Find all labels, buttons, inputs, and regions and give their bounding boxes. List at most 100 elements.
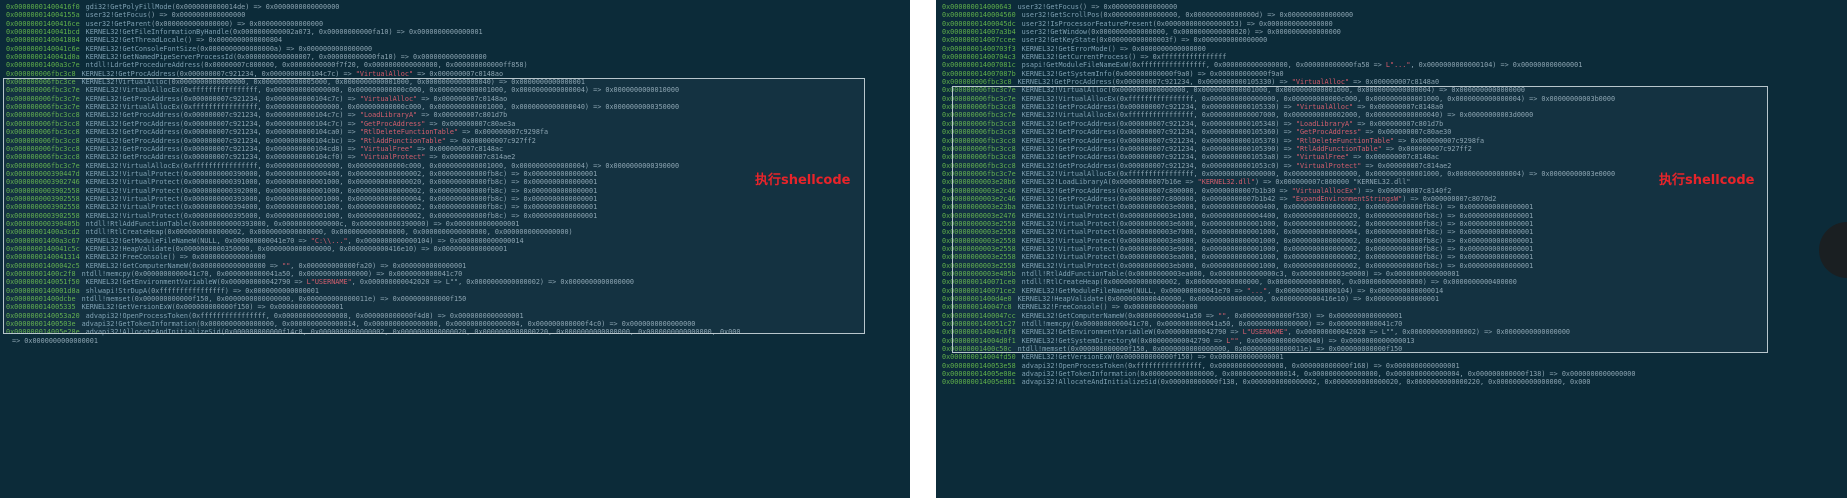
log-api-call: KERNEL32!GetVersionExW xyxy=(1021,353,1112,362)
log-api-call: KERNEL32!GetSystemInfo xyxy=(1021,69,1112,78)
log-return: 0x0000000000000000 xyxy=(408,53,487,62)
log-return: 0x0000000000000001 xyxy=(1205,353,1284,362)
left-annotation: 执行shellcode xyxy=(755,173,851,188)
log-line: 0x000000006fbc3c8 KERNEL32!GetProcAddress… xyxy=(6,70,904,78)
log-args: () => xyxy=(1128,53,1149,62)
log-api-call: KERNEL32!GetProcAddress xyxy=(1017,78,1112,87)
log-line: 0x000000014005e08e advapi32!GetTokenInfor… xyxy=(942,370,1841,378)
log-args: () => xyxy=(1078,3,1100,11)
log-return: 0x0000000000000000 xyxy=(167,11,246,20)
log-address: 0x00000001400045dc xyxy=(942,19,1016,28)
log-args: (0x0000000000000007, 0x000000000000fa10)… xyxy=(233,53,409,62)
log-args: (0x0000000000000000, 0x0000000000000020)… xyxy=(1087,28,1264,37)
log-api-call: gdi32!GetPolyFillMode xyxy=(85,3,172,11)
log-address: 0x00000001400416f0 xyxy=(6,3,80,11)
log-return: 0x0000000000000000 xyxy=(1099,3,1178,11)
log-args: (0x0000000000002a073, 0x00000000000fa10)… xyxy=(228,28,405,37)
log-string-arg: "VirtualAlloc" xyxy=(1287,78,1350,87)
log-line: => 0x0000000000000001 xyxy=(6,337,904,345)
log-address: 0x000000014007ccee xyxy=(942,36,1016,45)
log-address: 0x000000014004fd50 xyxy=(942,353,1016,362)
log-api-call: KERNEL32!GetThreadLocale xyxy=(85,36,184,45)
log-args: (0x0000000000000000) => xyxy=(151,19,246,28)
log-api-call: user32!GetScrollPos xyxy=(1021,11,1100,20)
log-api-call: KERNEL32!GetConsoleFontSize xyxy=(85,44,197,53)
log-args: (0x000000000000f138, 0x0000000000000002,… xyxy=(1156,378,1591,387)
log-api-call: psapi!GetModuleFileNameExW xyxy=(1021,61,1129,70)
log-address: 0x000000014004155a xyxy=(6,11,80,20)
log-return: 0x0000000000000000 xyxy=(1254,19,1333,28)
log-address: 0x000000014007a3b4 xyxy=(942,28,1016,37)
log-string-arg: L"..." xyxy=(1381,61,1411,70)
log-api-call: user32!GetFocus xyxy=(1017,3,1079,11)
log-address: 0x000000014007081c xyxy=(942,61,1016,70)
log-args: () => xyxy=(183,36,205,45)
log-line: 0x0000000140053e58 advapi32!OpenProcessTo… xyxy=(942,362,1841,370)
log-api-call: advapi32!AllocateAndInitializeSid xyxy=(1021,378,1157,387)
log-address: 0x00000001400704c3 xyxy=(942,53,1016,62)
log-args: (0xffffffffffffffff, 0x0000000000000000,… xyxy=(1128,61,1382,70)
log-address: 0x0000000140053e58 xyxy=(942,361,1016,370)
log-line: 0x000000014005e881 advapi32!AllocateAndIn… xyxy=(942,378,1841,386)
log-args: (0xffffffffffffffff, 0x0000000000000008,… xyxy=(1123,361,1382,370)
log-api-call: KERNEL32!GetNamedPipeServerProcessId xyxy=(85,53,233,62)
log-return: , 0x0000000000000104) => 0x0000000000000… xyxy=(1410,61,1583,70)
log-args: () => xyxy=(147,11,168,20)
log-api-call: KERNEL32!GetFileInformationByHandle xyxy=(85,28,229,37)
log-api-call: user32!IsProcessorFeaturePresent xyxy=(1021,19,1153,28)
log-address: 0x00000001400703f3 xyxy=(942,44,1016,53)
log-return: => 0x000000007c0148ao xyxy=(413,69,504,78)
log-args: (0x0000000000000000, 0x0000000000000014,… xyxy=(1136,370,1558,379)
log-line: 0x0000000140041bcd KERNEL32!GetFileInform… xyxy=(6,28,904,36)
log-api-call: advapi32!OpenProcessToken xyxy=(1021,361,1124,370)
log-line: 0x000000014004fd50 KERNEL32!GetVersionExW… xyxy=(942,353,1841,361)
log-args: (0x000000000000f150) => xyxy=(1111,353,1206,362)
log-args: (0x0000000000000000, 0x000000000000000d)… xyxy=(1099,11,1276,20)
log-return: 0x000000000000f9a0 xyxy=(1205,69,1284,78)
log-address: 0x000000014007087b xyxy=(942,69,1016,78)
log-api-call: user32!GetParent xyxy=(85,19,152,28)
left-highlight-box xyxy=(3,78,865,334)
log-api-call: user32!GetFocus xyxy=(85,11,148,20)
log-return: 0x0000000000000000 xyxy=(1189,36,1268,45)
log-api-call: KERNEL32!GetCurrentProcess xyxy=(1021,53,1129,62)
log-args: (0x000000000000003f) => xyxy=(1095,36,1190,45)
log-line: 0x0000000140004560 user32!GetScrollPos(0x… xyxy=(942,11,1841,19)
log-address: 0x0000000140041c6e xyxy=(6,44,80,53)
left-log-pane: 0x00000001400416f0 gdi32!GetPolyFillMode(… xyxy=(0,0,910,498)
log-address: 0x000000006fbc3c8 xyxy=(6,69,76,78)
log-line: 0x000000014004155a user32!GetFocus() => 0… xyxy=(6,11,904,19)
log-return: 0x0000000000000000 xyxy=(245,19,324,28)
log-api-call: KERNEL32!GetProcAddress xyxy=(81,69,176,78)
log-address: 0x00000001400a3c7e xyxy=(6,61,80,70)
log-line: 0x00000001400416f0 gdi32!GetPolyFillMode(… xyxy=(6,3,904,11)
log-line: 0x000000014007ccee user32!GetKeyState(0x0… xyxy=(942,36,1841,44)
log-return: 0x0000000000000001 xyxy=(1381,361,1460,370)
log-return: 0x0000000000000000 xyxy=(1128,44,1206,53)
log-line: 0x000000014007a3b4 user32!GetWindow(0x000… xyxy=(942,28,1841,36)
log-return: 0x0000000000000001 xyxy=(404,28,483,37)
log-return: 0x0000000000000000 xyxy=(1263,28,1341,37)
log-return: 0x0000000000000000 xyxy=(1275,11,1354,20)
log-line: 0x0000000140041884 KERNEL32!GetThreadLoca… xyxy=(6,36,904,44)
log-address: 0x000000006fbc3c8 xyxy=(942,78,1012,87)
log-api-call: advapi32!GetTokenInformation xyxy=(1021,370,1137,379)
log-api-call: user32!GetKeyState xyxy=(1021,36,1096,45)
log-line: 0x0000000140041d0a KERNEL32!GetNamedPipeS… xyxy=(6,53,904,61)
log-api-call: user32!GetWindow xyxy=(1021,28,1088,37)
right-highlight-box xyxy=(952,86,1768,353)
log-args: (0x000000007c921234, 0x0000000000104c7c)… xyxy=(175,69,352,78)
log-address: 0x00000001400416ce xyxy=(6,19,80,28)
log-args: (0x000000007c921234, 0x0000000000105330)… xyxy=(1111,78,1288,87)
log-address: 0x0000000140004560 xyxy=(942,11,1016,20)
log-line: 0x00000001400416ce user32!GetParent(0x000… xyxy=(6,20,904,28)
log-address: 0x0000000140041d0a xyxy=(6,53,80,62)
log-args: (0x00000007c800000, 0x00000000000f7f20, … xyxy=(200,61,528,70)
log-args: (0x000000000000000053) => xyxy=(1152,19,1255,28)
log-address: 0x000000014000643 xyxy=(942,3,1012,11)
log-args: => 0x0000000000000001 xyxy=(12,336,98,345)
log-return: 0x0000000000000000 xyxy=(1557,370,1636,379)
log-string-arg: "VirtualAlloc" xyxy=(351,69,414,78)
log-args: (0x000000000000f9a0) => xyxy=(1111,69,1206,78)
log-address: 0x000000014005e881 xyxy=(942,378,1016,387)
